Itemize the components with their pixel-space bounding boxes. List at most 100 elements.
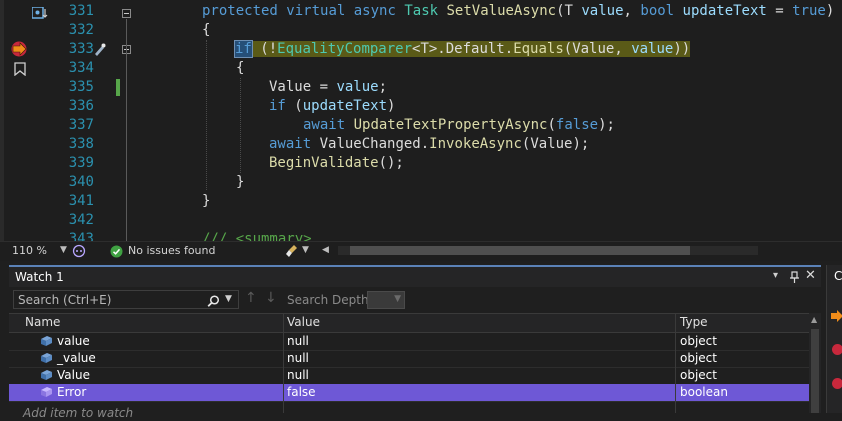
watch-value[interactable]: null <box>287 334 309 348</box>
watch-type: object <box>680 368 717 382</box>
code-token: = <box>766 3 793 19</box>
search-placeholder: Search (Ctrl+E) <box>18 293 112 307</box>
line-number: 336 <box>68 98 94 114</box>
code-line-336[interactable]: if (updateText) <box>269 97 395 116</box>
breakpoint-icon[interactable] <box>832 344 842 355</box>
code-token: ) <box>825 3 835 19</box>
watch-name: _value <box>57 351 96 365</box>
indent-guide <box>206 40 208 190</box>
search-previous-icon[interactable]: ↑ <box>245 290 257 306</box>
cleanup-dropdown-icon[interactable]: ▼ <box>302 245 309 255</box>
code-token: Task <box>404 3 439 19</box>
execution-pointer-icon[interactable] <box>11 41 28 57</box>
line-number: 340 <box>68 174 94 190</box>
search-depth-label: Search Depth: <box>287 293 373 307</box>
chevron-down-icon: ▼ <box>394 294 401 304</box>
code-token: async <box>353 3 396 19</box>
code-token: ); <box>598 117 615 133</box>
scroll-up-icon[interactable]: ▲ <box>811 315 817 324</box>
table-row[interactable]: _value null object <box>9 350 809 368</box>
column-header-name[interactable]: Name <box>25 315 60 329</box>
search-next-icon[interactable]: ↓ <box>265 290 277 306</box>
code-editor[interactable]: 331 332 333 334 335 336 337 338 339 340 … <box>0 0 842 241</box>
breakpoint-icon[interactable] <box>832 378 842 389</box>
call-stack-panel: C <box>826 265 842 413</box>
code-token: BeginValidate <box>269 155 379 171</box>
column-separator[interactable] <box>675 313 676 413</box>
watch-type: object <box>680 351 717 365</box>
code-token: protected <box>202 3 278 19</box>
line-number: 343 <box>68 231 94 241</box>
watch-panel-title-bar[interactable]: Watch 1 ▾ ✕ <box>9 265 821 287</box>
watch-type: object <box>680 334 717 348</box>
code-token: value <box>631 41 674 57</box>
execution-arrow-icon <box>831 307 842 326</box>
code-line-334[interactable]: { <box>236 59 244 78</box>
no-issues-icon <box>110 245 123 261</box>
search-options-dropdown-icon[interactable]: ▼ <box>225 294 232 304</box>
code-token: true <box>792 3 826 19</box>
edit-pencil-icon[interactable] <box>92 42 107 57</box>
code-token: Equals <box>513 41 564 57</box>
code-token: InvokeAsync <box>429 136 522 152</box>
code-token: SetValueAsync <box>446 3 557 19</box>
right-panel-title[interactable]: C <box>834 269 842 283</box>
zoom-level[interactable]: 110 % <box>12 244 47 257</box>
code-line-343[interactable]: /// <summary> <box>202 230 312 241</box>
code-line-333[interactable]: if (!EqualityComparer<T>.Default.Equals(… <box>234 40 691 59</box>
table-row[interactable]: Value null object <box>9 367 809 385</box>
table-row-selected[interactable]: Error false boolean <box>9 384 809 402</box>
watch-value[interactable]: null <box>287 351 309 365</box>
code-line-341[interactable]: } <box>202 192 210 211</box>
indent-guide <box>240 78 242 173</box>
vertical-scrollbar-thumb[interactable] <box>811 329 819 413</box>
horizontal-scrollbar[interactable] <box>338 246 758 255</box>
scroll-left-icon[interactable]: ◀ <box>322 245 329 255</box>
search-icon[interactable] <box>207 293 220 312</box>
code-line-335[interactable]: Value = value; <box>269 78 387 97</box>
fold-toggle-331[interactable] <box>122 9 131 18</box>
code-token: await <box>303 117 346 133</box>
editor-status-bar: 110 % ▼ No issues found ▼ ◀ <box>0 241 842 261</box>
watch-name: Error <box>57 385 87 399</box>
panel-options-icon[interactable]: ▾ <box>773 270 778 281</box>
cleanup-brush-icon[interactable] <box>285 244 299 261</box>
line-number: 341 <box>68 193 94 209</box>
column-header-type[interactable]: Type <box>680 315 708 329</box>
code-token: ValueChanged. <box>311 136 430 152</box>
code-line-337[interactable]: await UpdateTextPropertyAsync(false); <box>303 116 615 135</box>
code-token: (T <box>556 3 582 19</box>
column-separator[interactable] <box>283 313 284 413</box>
zoom-dropdown-icon[interactable]: ▼ <box>60 245 67 255</box>
watch-value[interactable]: null <box>287 368 309 382</box>
vertical-scrollbar[interactable]: ▲ <box>809 313 821 413</box>
copilot-icon[interactable] <box>72 244 86 261</box>
watch-search-input[interactable]: Search (Ctrl+E) <box>13 290 239 309</box>
code-token: UpdateTextPropertyAsync <box>353 117 548 133</box>
watch-search-bar: Search (Ctrl+E) ▼ ↑ ↓ Search Depth: ▼ <box>9 287 821 312</box>
code-token: bool <box>640 3 675 19</box>
code-line-338[interactable]: await ValueChanged.InvokeAsync(Value); <box>269 135 589 154</box>
code-token: if <box>269 98 286 114</box>
code-line-331[interactable]: protected virtual async Task SetValueAsy… <box>202 2 834 21</box>
search-depth-select[interactable]: ▼ <box>367 291 405 309</box>
code-token: (); <box>378 155 404 171</box>
horizontal-scrollbar-thumb[interactable] <box>350 246 690 255</box>
watch-value[interactable]: false <box>287 385 316 399</box>
issues-status[interactable]: No issues found <box>128 244 215 257</box>
close-icon[interactable]: ✕ <box>805 268 816 283</box>
table-row[interactable]: value null object <box>9 333 809 351</box>
add-item-row[interactable]: Add item to watch <box>23 402 133 420</box>
code-token: (! <box>251 41 278 57</box>
code-line-339[interactable]: BeginValidate(); <box>269 154 404 173</box>
code-token: ; <box>378 79 388 95</box>
code-line-332[interactable]: { <box>202 21 210 40</box>
pin-icon[interactable] <box>789 269 800 288</box>
add-item-to-watch[interactable]: Add item to watch <box>23 406 133 420</box>
bookmark-icon[interactable] <box>14 61 26 77</box>
column-header-value[interactable]: Value <box>287 315 320 329</box>
code-token: false <box>555 117 599 133</box>
line-number: 339 <box>68 155 94 171</box>
code-line-340[interactable]: } <box>236 173 244 192</box>
watch-item-icon <box>39 335 53 347</box>
